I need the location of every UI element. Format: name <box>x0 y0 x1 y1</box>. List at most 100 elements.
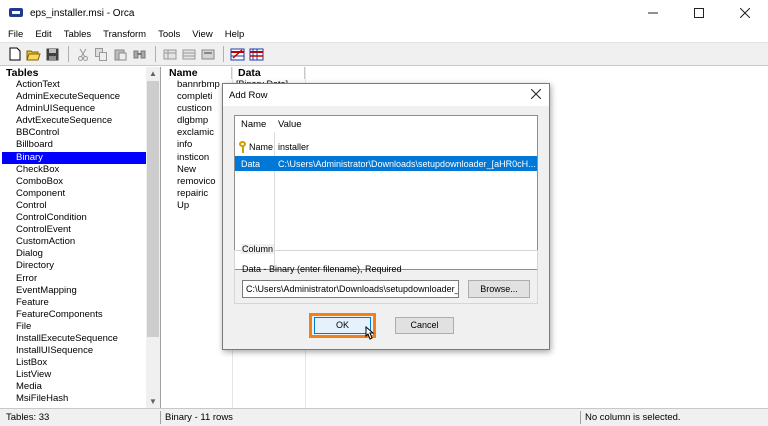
list-header-value[interactable]: Value <box>274 119 302 130</box>
table-item[interactable]: CheckBox <box>0 164 146 176</box>
table-row[interactable]: removico <box>177 176 220 188</box>
menu-edit[interactable]: Edit <box>29 29 57 40</box>
table-item[interactable]: Billboard <box>0 139 146 151</box>
save-icon <box>46 48 59 60</box>
table-item[interactable]: AdminUISequence <box>0 103 146 115</box>
tables-header: Tables <box>6 67 39 79</box>
table-item[interactable]: CustomAction <box>0 236 146 248</box>
copy-button[interactable] <box>93 46 110 63</box>
find-icon <box>133 50 145 58</box>
table-item[interactable]: ControlEvent <box>0 224 146 236</box>
status-divider <box>580 411 581 424</box>
table-item[interactable]: FeatureComponents <box>0 309 146 321</box>
add-table-button[interactable] <box>161 46 178 63</box>
merge-icon <box>249 48 264 60</box>
table-item[interactable]: Directory <box>0 260 146 272</box>
column-header-name[interactable]: Name <box>163 67 232 79</box>
table-item[interactable]: EventMapping <box>0 285 146 297</box>
paste-button[interactable] <box>112 46 129 63</box>
table-item[interactable]: Media <box>0 381 146 393</box>
table-row[interactable]: completi <box>177 91 220 103</box>
orca-app-icon <box>9 6 23 20</box>
open-button[interactable] <box>25 46 42 63</box>
list-row-data-value: C:\Users\Administrator\Downloads\setupdo… <box>278 158 536 169</box>
find-button[interactable] <box>131 46 148 63</box>
drop-table-button[interactable] <box>180 46 197 63</box>
new-file-button[interactable] <box>6 46 23 63</box>
table-row[interactable]: info <box>177 139 220 151</box>
table-row[interactable]: custicon <box>177 103 220 115</box>
pointer-cursor-icon <box>365 326 375 340</box>
table-item[interactable]: Feature <box>0 297 146 309</box>
maximize-icon <box>694 8 704 18</box>
table-row[interactable]: exclamic <box>177 127 220 139</box>
minimize-button[interactable] <box>630 0 676 26</box>
table-row[interactable]: bannrbmp <box>177 79 220 91</box>
cancel-button[interactable]: Cancel <box>395 317 454 334</box>
value-input[interactable]: C:\Users\Administrator\Downloads\setupdo… <box>242 280 459 298</box>
scroll-up-arrow-icon[interactable]: ▲ <box>146 67 160 80</box>
drop-table-icon <box>182 49 195 59</box>
close-icon <box>740 8 750 18</box>
menu-transform[interactable]: Transform <box>97 29 152 40</box>
list-header-name[interactable]: Name <box>235 119 274 130</box>
table-item[interactable]: MsiFileHash <box>0 393 146 405</box>
table-item[interactable]: InstallUISequence <box>0 345 146 357</box>
menu-tools[interactable]: Tools <box>152 29 186 40</box>
table-item[interactable]: ActionText <box>0 79 146 91</box>
add-row-dialog: Add Row Name Value Name installer Data C… <box>222 83 550 350</box>
menu-tables[interactable]: Tables <box>58 29 97 40</box>
tables-list: ActionText AdminExecuteSequence AdminUIS… <box>0 79 146 406</box>
title-bar: eps_installer.msi - Orca <box>0 0 768 26</box>
maximize-button[interactable] <box>676 0 722 26</box>
table-item[interactable]: ListView <box>0 369 146 381</box>
status-column-info: No column is selected. <box>585 412 681 423</box>
validate-button[interactable] <box>229 46 246 63</box>
new-file-icon <box>9 47 20 61</box>
tables-scrollbar[interactable]: ▲ ▼ <box>146 67 160 408</box>
close-button[interactable] <box>722 0 768 26</box>
table-item[interactable]: File <box>0 321 146 333</box>
list-row-data-selected[interactable]: Data C:\Users\Administrator\Downloads\se… <box>235 156 537 171</box>
table-item[interactable]: Control <box>0 200 146 212</box>
scroll-thumb[interactable] <box>147 81 159 337</box>
toolbar-separator <box>223 46 224 62</box>
data-rows: bannrbmp completi custicon dlgbmp exclam… <box>177 79 220 212</box>
column-group: Column Data - Binary (enter filename), R… <box>234 244 538 304</box>
merge-button[interactable] <box>248 46 265 63</box>
table-row[interactable]: Up <box>177 200 220 212</box>
dialog-title: Add Row <box>229 89 268 101</box>
save-button[interactable] <box>44 46 61 63</box>
list-row-name[interactable]: Name installer <box>235 139 537 154</box>
scroll-down-arrow-icon[interactable]: ▼ <box>146 395 160 408</box>
table-item[interactable]: InstallExecuteSequence <box>0 333 146 345</box>
dialog-title-bar: Add Row <box>223 84 549 106</box>
table-item[interactable]: BBControl <box>0 127 146 139</box>
table-item[interactable]: ComboBox <box>0 176 146 188</box>
table-row[interactable]: insticon <box>177 152 220 164</box>
window-title: eps_installer.msi - Orca <box>30 7 135 19</box>
menu-help[interactable]: Help <box>219 29 251 40</box>
list-row-data-label: Data <box>241 158 261 169</box>
add-row-button[interactable] <box>199 46 216 63</box>
table-item[interactable]: Error <box>0 273 146 285</box>
table-item[interactable]: ListBox <box>0 357 146 369</box>
table-item[interactable]: Dialog <box>0 248 146 260</box>
dialog-close-button[interactable] <box>530 87 542 102</box>
table-row[interactable]: New <box>177 164 220 176</box>
column-header-data[interactable]: Data <box>232 67 305 79</box>
browse-button[interactable]: Browse... <box>468 280 530 298</box>
table-item-selected[interactable]: Binary <box>2 151 146 164</box>
column-value-list[interactable]: Name Value Name installer Data C:\Users\… <box>234 115 538 270</box>
table-item[interactable]: AdvtExecuteSequence <box>0 115 146 127</box>
table-item[interactable]: AdminExecuteSequence <box>0 91 146 103</box>
menu-file[interactable]: File <box>0 29 29 40</box>
table-item[interactable]: ControlCondition <box>0 212 146 224</box>
table-row[interactable]: repairic <box>177 188 220 200</box>
menu-view[interactable]: View <box>186 29 218 40</box>
table-item[interactable]: Component <box>0 188 146 200</box>
column-group-label: Column <box>241 244 275 254</box>
cut-button[interactable] <box>74 46 91 63</box>
status-rows-info: Binary - 11 rows <box>165 412 233 423</box>
table-row[interactable]: dlgbmp <box>177 115 220 127</box>
